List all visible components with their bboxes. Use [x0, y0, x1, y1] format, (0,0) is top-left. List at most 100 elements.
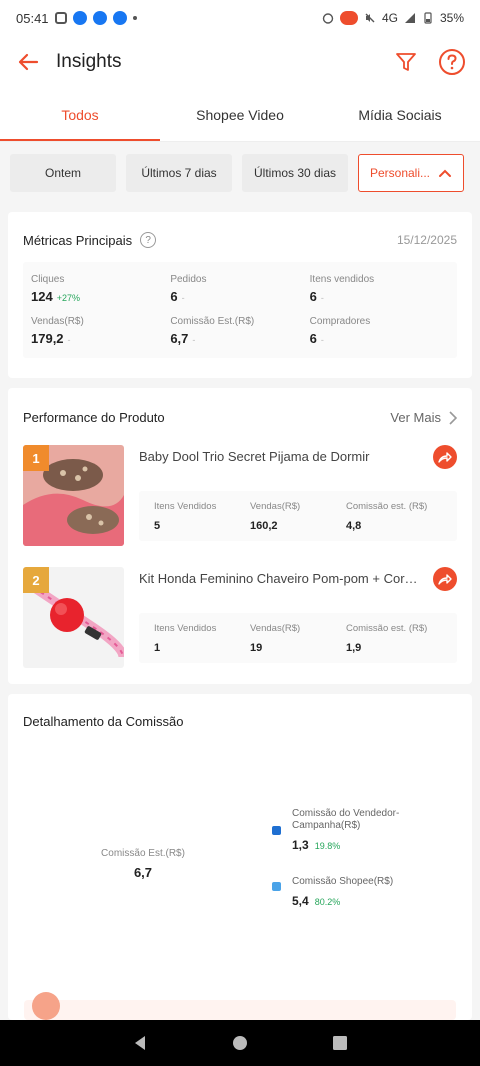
- product-item[interactable]: 1 Baby Dool Trio Secret Pijama de Dormir…: [23, 445, 457, 546]
- legend-value: 5,4: [292, 894, 309, 908]
- product-stats: Itens Vendidos 1 Vendas(R$) 19 Comissão es…: [139, 613, 457, 663]
- metric-itens-vendidos: Itens vendidos 6-: [310, 274, 449, 304]
- filter-ontem[interactable]: Ontem: [10, 154, 116, 192]
- commission-title: Detalhamento da Comissão: [23, 714, 184, 729]
- share-button[interactable]: [433, 445, 457, 469]
- metric-value: 124: [31, 289, 53, 304]
- metric-value: 6,7: [170, 331, 189, 346]
- legend-percent: 80.2%: [314, 897, 341, 907]
- help-button[interactable]: [438, 48, 466, 76]
- square-recents-icon: [333, 1036, 347, 1050]
- metric-change: -: [67, 335, 71, 345]
- metric-change: -: [181, 293, 185, 303]
- stat-label: Itens Vendidos: [154, 501, 217, 512]
- legend-label: Comissão Shopee(R$): [292, 876, 394, 887]
- metric-label: Pedidos: [170, 274, 207, 285]
- legend-value: 1,3: [292, 838, 309, 852]
- product-performance-card: Performance do Produto Ver Mais 1 Baby D…: [8, 388, 472, 684]
- metric-label: Compradores: [309, 316, 371, 327]
- date-filter-bar: Ontem Últimos 7 dias Últimos 30 dias Per…: [0, 142, 480, 204]
- nav-home-button[interactable]: [228, 1031, 252, 1055]
- share-icon: [438, 452, 452, 463]
- metric-change: -: [192, 335, 196, 345]
- filter-icon: [396, 53, 416, 71]
- chevron-right-icon: [449, 410, 457, 425]
- more-notifications-icon: [132, 16, 137, 20]
- arrow-left-icon: [18, 53, 39, 71]
- legend-percent: 19.8%: [314, 841, 341, 851]
- help-circle-icon: [439, 49, 465, 75]
- product-image[interactable]: 2: [23, 567, 124, 668]
- facebook-icon: [112, 11, 127, 25]
- metrics-title: Métricas Principais: [23, 232, 133, 248]
- stat-label: Comissão est. (R$): [346, 501, 428, 512]
- network-type: 4G: [381, 11, 398, 25]
- triangle-back-icon: [135, 1036, 145, 1050]
- metric-label: Vendas(R$): [31, 316, 84, 327]
- chevron-up-icon: [439, 169, 452, 177]
- system-nav-bar: [0, 1020, 480, 1066]
- tab-shopee-video[interactable]: Shopee Video: [160, 88, 320, 141]
- page-title: Insights: [56, 51, 122, 72]
- legend-shopee: Comissão Shopee(R$) 5,4 80.2%: [272, 876, 422, 908]
- stat-value: 4,8: [346, 520, 362, 532]
- metric-compradores: Compradores 6-: [310, 316, 449, 346]
- tab-bar: Todos Shopee Video Mídia Sociais: [0, 88, 480, 142]
- rank-badge: 1: [23, 445, 49, 471]
- see-more-link[interactable]: Ver Mais: [390, 410, 457, 425]
- filter-custom-label: Personali...: [369, 166, 431, 180]
- metric-comissao: Comissão Est.(R$) 6,7-: [170, 316, 309, 346]
- metric-value: 6: [170, 289, 178, 304]
- metric-label: Comissão Est.(R$): [170, 316, 255, 327]
- metric-label: Cliques: [31, 274, 65, 285]
- stat-label: Vendas(R$): [250, 501, 301, 512]
- metric-change: -: [320, 335, 324, 345]
- metric-value: 6: [309, 289, 317, 304]
- filter-button[interactable]: [392, 48, 420, 76]
- rank-badge: 2: [23, 567, 49, 593]
- battery-icon: [424, 12, 432, 24]
- commission-total: Comissão Est.(R$) 6,7: [73, 848, 213, 880]
- commission-total-value: 6,7: [133, 865, 153, 880]
- nav-back-button[interactable]: [128, 1031, 152, 1055]
- app-header: Insights: [0, 36, 480, 88]
- legend-color-swatch: [272, 826, 281, 835]
- status-time: 05:41: [16, 10, 49, 26]
- metric-change: -: [320, 293, 324, 303]
- stat-value: 19: [250, 642, 263, 654]
- info-icon[interactable]: ?: [140, 232, 157, 248]
- product-item[interactable]: 2 Kit Honda Feminino Chaveiro Pom-pom + …: [23, 567, 457, 668]
- metric-change: +27%: [56, 293, 80, 303]
- home-circle-icon: [233, 1036, 247, 1050]
- commission-card: Detalhamento da Comissão Comissão Est.(R…: [8, 694, 472, 1020]
- next-section-banner[interactable]: [24, 1000, 456, 1020]
- back-button[interactable]: [14, 48, 42, 76]
- stat-label: Comissão est. (R$): [346, 623, 428, 634]
- metric-cliques: Cliques 124 +27%: [31, 274, 170, 304]
- mute-icon: [365, 13, 375, 23]
- share-icon: [438, 574, 452, 585]
- product-name[interactable]: Kit Honda Feminino Chaveiro Pom-pom + Co…: [139, 571, 419, 586]
- metric-value: 179,2: [31, 331, 64, 346]
- legend-color-swatch: [272, 882, 281, 891]
- alarm-icon: [322, 13, 334, 24]
- metric-value: 6: [309, 331, 317, 346]
- filter-custom[interactable]: Personali...: [358, 154, 464, 192]
- status-bar: 05:41 4G 35%: [0, 0, 480, 36]
- product-name[interactable]: Baby Dool Trio Secret Pijama de Dormir: [139, 449, 419, 464]
- filter-7-days[interactable]: Últimos 7 dias: [126, 154, 232, 192]
- stat-value: 1,9: [346, 642, 362, 654]
- facebook-icon: [72, 11, 87, 25]
- product-image[interactable]: 1: [23, 445, 124, 546]
- metrics-card: Métricas Principais ? 15/12/2025 Cliques…: [8, 212, 472, 378]
- promo-icon: [32, 992, 60, 1020]
- filter-30-days[interactable]: Últimos 30 dias: [242, 154, 348, 192]
- stat-label: Vendas(R$): [250, 623, 301, 634]
- nav-recents-button[interactable]: [328, 1031, 352, 1055]
- facebook-icon: [92, 11, 107, 25]
- metrics-grid: Cliques 124 +27% Pedidos 6- Itens vendido…: [23, 262, 457, 358]
- share-button[interactable]: [433, 567, 457, 591]
- tab-midia-sociais[interactable]: Mídia Sociais: [320, 88, 480, 141]
- stat-value: 1: [154, 642, 161, 654]
- tab-todos[interactable]: Todos: [0, 88, 160, 141]
